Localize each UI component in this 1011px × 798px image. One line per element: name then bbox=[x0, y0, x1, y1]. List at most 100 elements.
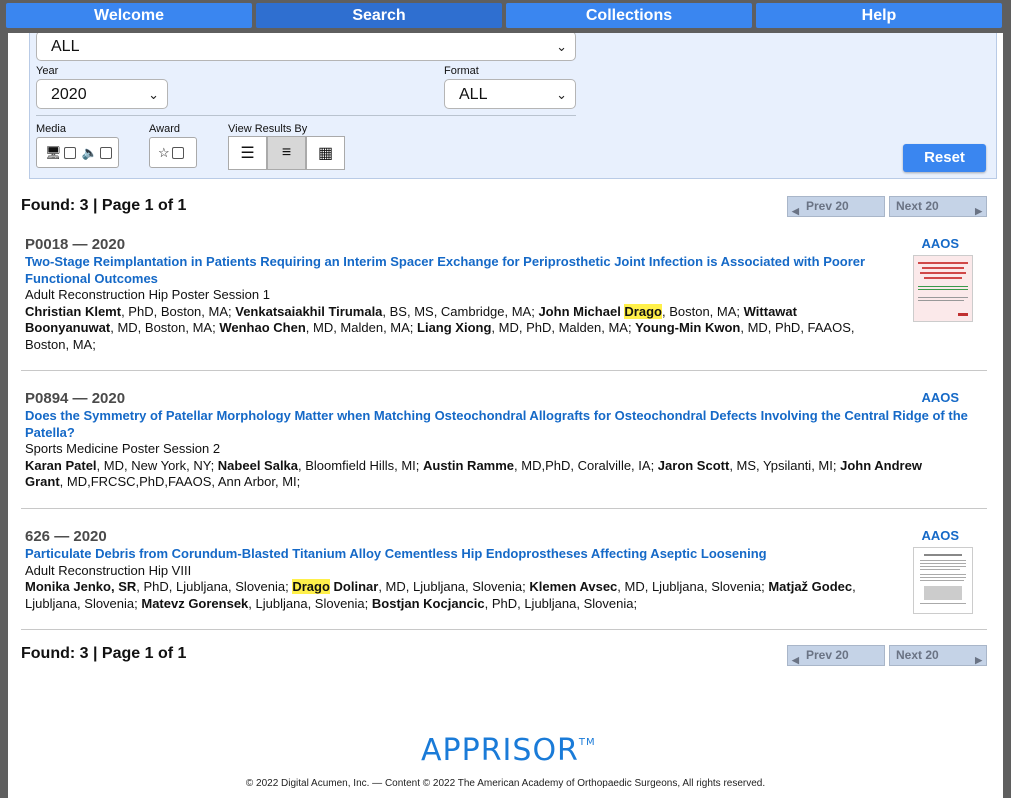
result-id: P0018 — 2020 bbox=[25, 236, 126, 253]
next-page-button[interactable]: Next 20 ▶ bbox=[889, 645, 987, 666]
author-name: Nabeel Salka bbox=[217, 457, 299, 473]
author-name: Monika Jenko, SR bbox=[25, 579, 137, 594]
result-divider bbox=[21, 370, 987, 371]
author-detail: , PhD, Ljubljana, Slovenia; bbox=[136, 579, 293, 594]
view-grid-button[interactable]: ▦ bbox=[306, 136, 345, 170]
result-divider bbox=[21, 629, 987, 630]
speaker-icon: 🔈 bbox=[81, 145, 98, 160]
author-name: Bostjan Kocjancic bbox=[371, 595, 485, 611]
apprisor-logo: APPRISORTM bbox=[421, 733, 596, 768]
format-select[interactable]: ALL ⌄ bbox=[444, 79, 576, 109]
result-session: Adult Reconstruction Hip Poster Session … bbox=[25, 287, 270, 302]
logo-text: APPRISOR bbox=[421, 733, 579, 768]
result-source[interactable]: AAOS bbox=[921, 528, 959, 543]
result-session: Sports Medicine Poster Session 2 bbox=[25, 441, 221, 456]
found-summary-top: Found: 3 | Page 1 of 1 bbox=[21, 197, 187, 214]
view-detail-button[interactable]: ≡ bbox=[267, 136, 306, 170]
next-page-label: Next 20 bbox=[896, 648, 939, 662]
chevron-down-icon: ⌄ bbox=[556, 39, 567, 54]
author-detail: , MS, Ypsilanti, MI; bbox=[729, 457, 841, 473]
video-checkbox[interactable] bbox=[63, 146, 76, 159]
result-authors: Christian Klemt, PhD, Boston, MA; Venkat… bbox=[25, 303, 885, 354]
result-title[interactable]: Particulate Debris from Corundum-Blasted… bbox=[25, 546, 895, 563]
panel-divider bbox=[36, 115, 576, 116]
tab-welcome[interactable]: Welcome bbox=[6, 3, 252, 28]
prev-page-button[interactable]: ◀ Prev 20 bbox=[787, 196, 885, 217]
poster-thumbnail[interactable] bbox=[913, 547, 973, 614]
result-source[interactable]: AAOS bbox=[921, 390, 959, 405]
author-name: John Michael bbox=[538, 303, 625, 319]
year-select[interactable]: 2020 ⌄ bbox=[36, 79, 168, 109]
author-detail: , PhD, Boston, MA; bbox=[121, 303, 236, 319]
author-name: Young-Min Kwon bbox=[635, 320, 741, 335]
result-id: P0894 — 2020 bbox=[25, 390, 126, 407]
author-detail: , MD, New York, NY; bbox=[96, 457, 218, 473]
tab-help[interactable]: Help bbox=[756, 3, 1002, 28]
triangle-left-icon: ◀ bbox=[792, 655, 799, 665]
author-detail: , MD, Malden, MA; bbox=[305, 320, 418, 335]
author-detail: , Bloomfield Hills, MI; bbox=[298, 457, 423, 473]
award-checkbox[interactable] bbox=[171, 146, 184, 159]
author-name: Jaron Scott bbox=[657, 457, 730, 473]
author-detail: , PhD, Ljubljana, Slovenia; bbox=[484, 595, 638, 611]
copyright-text: © 2022 Digital Acumen, Inc. — Content © … bbox=[245, 778, 766, 789]
author-detail: , MD, PhD, Malden, MA; bbox=[491, 320, 636, 335]
view-list-button[interactable]: ☰ bbox=[228, 136, 267, 170]
next-page-label: Next 20 bbox=[896, 199, 939, 213]
chevron-down-icon: ⌄ bbox=[556, 87, 567, 102]
search-panel: ALL ⌄ Year 2020 ⌄ Format ALL ⌄ Media 🖥 🔈… bbox=[29, 31, 997, 179]
tab-collections[interactable]: Collections bbox=[506, 3, 752, 28]
award-filter: ☆ bbox=[149, 137, 197, 168]
poster-thumbnail[interactable] bbox=[913, 255, 973, 322]
view-results-label: View Results By bbox=[228, 123, 308, 135]
monitor-icon: 🖥 bbox=[45, 145, 62, 160]
author-name: Klemen Avsec bbox=[529, 579, 618, 594]
author-name: Austin Ramme bbox=[423, 457, 515, 473]
prev-page-button[interactable]: ◀ Prev 20 bbox=[787, 645, 885, 666]
author-detail: , MD, Boston, MA; bbox=[110, 320, 220, 335]
list-icon: ☰ bbox=[240, 145, 255, 162]
reset-button[interactable]: Reset bbox=[903, 144, 986, 172]
result-authors: Karan Patel, MD, New York, NY; Nabeel Sa… bbox=[25, 458, 955, 491]
result-item: P0894 — 2020 AAOS Does the Symmetry of P… bbox=[25, 390, 973, 491]
result-id: 626 — 2020 bbox=[25, 528, 107, 545]
award-label: Award bbox=[149, 123, 180, 135]
prev-page-label: Prev 20 bbox=[806, 199, 849, 213]
chevron-down-icon: ⌄ bbox=[148, 87, 159, 102]
star-icon: ☆ bbox=[158, 145, 170, 160]
format-label: Format bbox=[444, 65, 479, 77]
triangle-right-icon: ▶ bbox=[975, 655, 982, 665]
top-nav: Welcome Search Collections Help bbox=[0, 0, 1011, 33]
result-title[interactable]: Does the Symmetry of Patellar Morphology… bbox=[25, 408, 973, 441]
found-summary-bottom: Found: 3 | Page 1 of 1 bbox=[21, 645, 187, 662]
media-filter: 🖥 🔈 bbox=[36, 137, 119, 168]
author-name: Wenhao Chen bbox=[219, 320, 306, 335]
author-detail: , BS, MS, Cambridge, MA; bbox=[382, 303, 539, 319]
category-select[interactable]: ALL ⌄ bbox=[36, 31, 576, 61]
result-divider bbox=[21, 508, 987, 509]
author-name: Matjaž Godec bbox=[768, 579, 853, 594]
prev-page-label: Prev 20 bbox=[806, 648, 849, 662]
author-detail: , MD, Ljubljana, Slovenia; bbox=[617, 579, 769, 594]
tab-search[interactable]: Search bbox=[256, 3, 502, 28]
triangle-left-icon: ◀ bbox=[792, 206, 799, 216]
author-name: Christian Klemt bbox=[25, 303, 122, 319]
result-session: Adult Reconstruction Hip VIII bbox=[25, 562, 192, 578]
next-page-button[interactable]: Next 20 ▶ bbox=[889, 196, 987, 217]
logo-trademark: TM bbox=[578, 737, 596, 748]
triangle-right-icon: ▶ bbox=[975, 206, 982, 216]
author-detail: , Ljubljana, Slovenia; bbox=[248, 595, 372, 611]
page: ALL ⌄ Year 2020 ⌄ Format ALL ⌄ Media 🖥 🔈… bbox=[8, 0, 1003, 798]
author-detail: , MD, Ljubljana, Slovenia; bbox=[378, 579, 530, 594]
poster-preview-icon bbox=[918, 262, 968, 316]
media-label: Media bbox=[36, 123, 66, 135]
year-label: Year bbox=[36, 65, 59, 77]
author-detail: , MD,PhD, Coralville, IA; bbox=[514, 457, 658, 473]
result-source[interactable]: AAOS bbox=[921, 236, 959, 251]
audio-checkbox[interactable] bbox=[99, 146, 112, 159]
highlighted-term: Drago bbox=[292, 579, 330, 594]
author-name: Venkatsaiakhil Tirumala bbox=[235, 303, 383, 319]
result-title[interactable]: Two-Stage Reimplantation in Patients Req… bbox=[25, 254, 895, 287]
detail-list-icon: ≡ bbox=[281, 144, 292, 161]
author-detail: , Boston, MA; bbox=[661, 303, 744, 319]
